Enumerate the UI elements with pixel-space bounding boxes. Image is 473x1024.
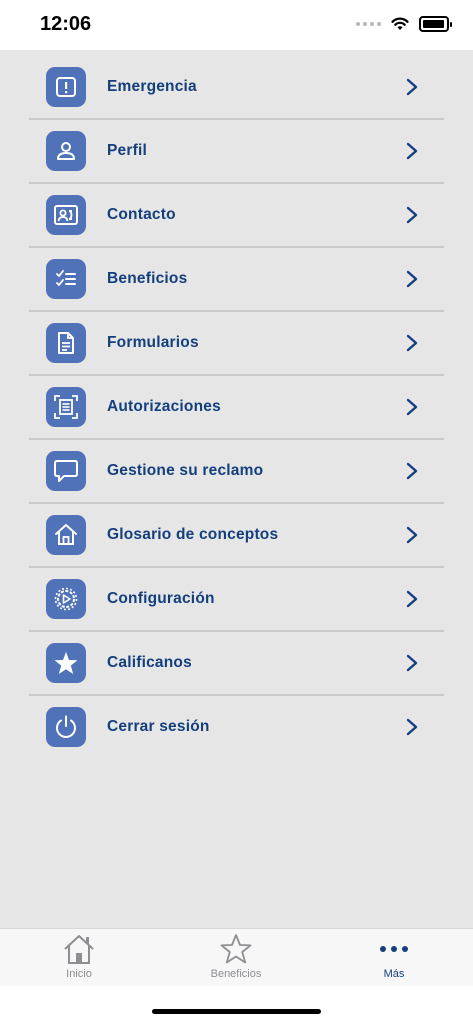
main-content: Emergencia Perfil Contacto Beneficios Fo… <box>0 50 473 928</box>
chevron-right-icon <box>406 462 418 480</box>
chevron-right-icon <box>406 718 418 736</box>
checklist-icon <box>46 259 86 299</box>
power-icon <box>46 707 86 747</box>
menu-item-label: Beneficios <box>107 270 188 287</box>
tab-label: Inicio <box>66 968 92 980</box>
status-icons <box>356 16 452 32</box>
tab-beneficios[interactable]: Beneficios <box>176 929 296 986</box>
signal-icon <box>356 22 381 26</box>
chevron-right-icon <box>406 398 418 416</box>
chat-bubble-icon <box>46 451 86 491</box>
tab-label: Más <box>383 968 405 980</box>
menu-list: Emergencia Perfil Contacto Beneficios Fo… <box>29 56 444 758</box>
chevron-right-icon <box>406 334 418 352</box>
wifi-icon <box>391 17 409 30</box>
menu-item-label: Contacto <box>107 206 176 223</box>
person-icon <box>46 131 86 171</box>
more-dots-icon <box>380 946 408 952</box>
menu-item-label: Cerrar sesión <box>107 718 210 735</box>
contact-card-icon <box>46 195 86 235</box>
star-icon <box>46 643 86 683</box>
tab-label: Beneficios <box>210 968 262 980</box>
tab-bar: Inicio Beneficios Más <box>0 928 473 986</box>
menu-item-label: Gestione su reclamo <box>107 462 264 479</box>
scan-document-icon <box>46 387 86 427</box>
menu-item-autorizaciones[interactable]: Autorizaciones <box>29 376 444 440</box>
menu-item-label: Calificanos <box>107 654 192 671</box>
menu-item-label: Glosario de conceptos <box>107 526 279 543</box>
settings-gear-icon <box>46 579 86 619</box>
chevron-right-icon <box>406 270 418 288</box>
home-icon <box>46 515 86 555</box>
status-bar: 12:06 <box>0 0 473 50</box>
menu-item-emergencia[interactable]: Emergencia <box>29 56 444 120</box>
battery-icon <box>419 16 452 32</box>
menu-item-glosario[interactable]: Glosario de conceptos <box>29 504 444 568</box>
menu-item-label: Autorizaciones <box>107 398 221 415</box>
document-icon <box>46 323 86 363</box>
menu-item-formularios[interactable]: Formularios <box>29 312 444 376</box>
tab-mas[interactable]: Más <box>334 929 454 986</box>
menu-item-perfil[interactable]: Perfil <box>29 120 444 184</box>
menu-item-label: Formularios <box>107 334 199 351</box>
menu-item-beneficios[interactable]: Beneficios <box>29 248 444 312</box>
menu-item-label: Emergencia <box>107 78 197 95</box>
chevron-right-icon <box>406 590 418 608</box>
star-outline-icon <box>220 934 252 964</box>
tab-inicio[interactable]: Inicio <box>19 929 139 986</box>
home-indicator <box>152 1009 321 1014</box>
home-outline-icon <box>64 935 94 964</box>
menu-item-label: Configuración <box>107 590 215 607</box>
menu-item-configuracion[interactable]: Configuración <box>29 568 444 632</box>
chevron-right-icon <box>406 78 418 96</box>
emergency-icon <box>46 67 86 107</box>
menu-item-calificanos[interactable]: Calificanos <box>29 632 444 696</box>
chevron-right-icon <box>406 526 418 544</box>
chevron-right-icon <box>406 142 418 160</box>
menu-item-gestione-reclamo[interactable]: Gestione su reclamo <box>29 440 444 504</box>
menu-item-label: Perfil <box>107 142 147 159</box>
menu-item-cerrar-sesion[interactable]: Cerrar sesión <box>29 696 444 758</box>
chevron-right-icon <box>406 206 418 224</box>
status-time: 12:06 <box>40 13 92 35</box>
menu-item-contacto[interactable]: Contacto <box>29 184 444 248</box>
chevron-right-icon <box>406 654 418 672</box>
